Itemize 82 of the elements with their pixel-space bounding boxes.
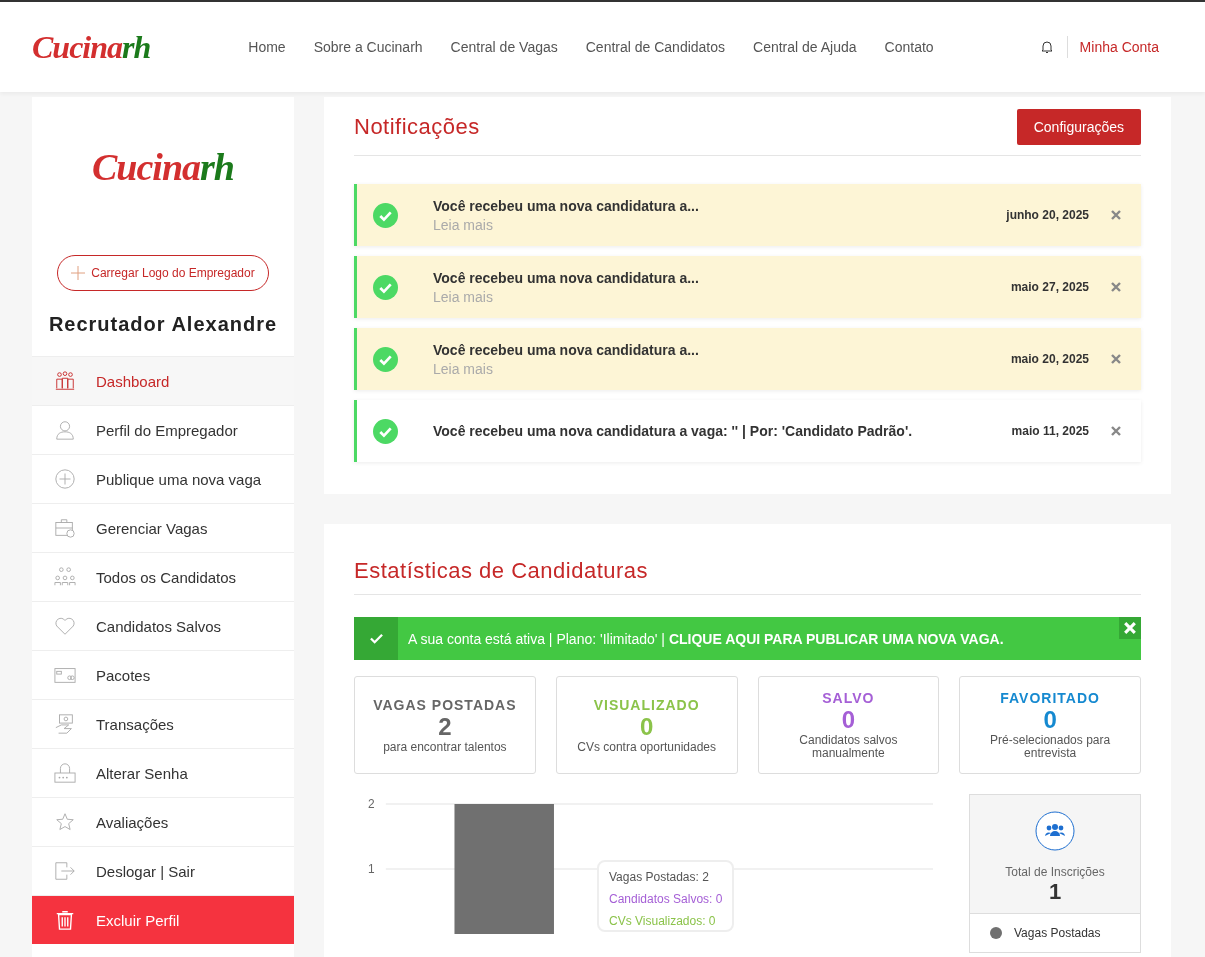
trash-icon (54, 909, 76, 931)
logo[interactable]: Cucinarh (92, 145, 234, 189)
notification-date: maio 27, 2025 (1010, 280, 1089, 294)
stat-value: 0 (639, 712, 654, 741)
stat-value: 0 (841, 706, 856, 734)
total-value: 1 (1048, 879, 1062, 905)
notification-text: Você recebeu uma nova candidatura a... (433, 197, 700, 214)
plus-circle-icon (54, 468, 76, 490)
logo[interactable]: Cucinarh (32, 28, 151, 66)
stat-label: SALVO (822, 690, 875, 706)
tooltip-line: Vagas Postadas: 2 (609, 870, 710, 884)
group-icon (1035, 811, 1075, 851)
check-circle-icon (373, 274, 398, 300)
sidebar-item[interactable]: Todos os Candidatos (32, 552, 294, 601)
notification-date: junho 20, 2025 (1006, 208, 1089, 222)
legend-label: Vagas Postadas (1014, 926, 1101, 940)
sidebar-item[interactable]: Pacotes (32, 650, 294, 699)
notification-date: maio 11, 2025 (1011, 424, 1089, 438)
nav-link[interactable]: Central de Ajuda (753, 39, 857, 55)
nav-link[interactable]: Sobre a Cucinarh (313, 39, 423, 55)
nav-link[interactable]: Contato (884, 39, 934, 55)
section-title: Estatísticas de Candidaturas (354, 558, 649, 584)
check-circle-icon (373, 418, 398, 444)
stat-label: VAGAS POSTADAS (373, 696, 517, 713)
stat-label: FAVORITADO (1000, 690, 1100, 706)
check-icon (369, 632, 383, 645)
stat-label: VISUALIZADO (593, 696, 700, 713)
close-icon[interactable] (1111, 282, 1121, 292)
notification[interactable]: Você recebeu uma nova candidatura a... Leia mais junho 20, 2025 (354, 184, 1141, 246)
stat-value: 2 (438, 712, 452, 741)
star-icon (54, 811, 76, 833)
sidebar-item[interactable]: Transações (32, 699, 294, 748)
money-icon (54, 713, 76, 735)
sidebar-item[interactable]: Dashboard (32, 356, 294, 405)
sidebar-item[interactable]: Publique uma nova vaga (32, 454, 294, 503)
stat-caption: para encontrar talentos (383, 740, 507, 754)
notification-text: Você recebeu uma nova candidatura a vaga: '' | Por: 'Candidato Padrão'. (433, 423, 914, 439)
stat-caption: Pré-selecionados para entrevista (989, 734, 1112, 760)
heart-icon (54, 615, 76, 637)
people-icon (54, 566, 76, 588)
stat-caption: Candidatos salvos manualmente (798, 734, 899, 760)
people-chart-icon (54, 370, 76, 392)
section-title: Notificações (354, 114, 480, 140)
check-circle-icon (373, 346, 398, 372)
close-icon[interactable] (1111, 210, 1121, 220)
upload-logo-button[interactable]: Carregar Logo do Empregador (57, 255, 269, 291)
axis-label: 1 (367, 861, 375, 876)
notification-text: Você recebeu uma nova candidatura a... (433, 269, 700, 286)
logout-icon (54, 860, 76, 882)
check-circle-icon (373, 202, 398, 228)
sidebar-item[interactable]: Alterar Senha (32, 748, 294, 797)
sidebar-item[interactable]: Gerenciar Vagas (32, 503, 294, 552)
notification[interactable]: Você recebeu uma nova candidatura a... Leia mais maio 27, 2025 (354, 256, 1141, 318)
close-icon[interactable] (1111, 426, 1121, 436)
axis-label: 2 (367, 796, 375, 811)
close-icon (1124, 622, 1136, 634)
sidebar-item[interactable]: Candidatos Salvos (32, 601, 294, 650)
sidebar-item[interactable]: Perfil do Empregador (32, 405, 294, 454)
sidebar-item[interactable]: Excluir Perfil (32, 895, 294, 944)
alert-text: A sua conta está ativa | Plano: 'Ilimitado' | CLIQUE AQUI PARA PUBLICAR UMA NOVA VAGA. (408, 630, 1004, 647)
person-icon (54, 419, 76, 441)
close-icon[interactable] (1111, 354, 1121, 364)
nav-link[interactable]: Central de Vagas (450, 39, 558, 55)
plus-icon (71, 266, 86, 280)
briefcase-icon (54, 517, 76, 539)
notification-text: Você recebeu uma nova candidatura a... (433, 341, 700, 358)
tooltip-line: Candidatos Salvos: 0 (609, 892, 723, 906)
lock-icon (54, 762, 76, 784)
settings-button[interactable]: Configurações (1016, 109, 1141, 145)
notification-date: maio 20, 2025 (1010, 352, 1089, 366)
total-label: Total de Inscrições (1005, 865, 1105, 879)
nav-link[interactable]: Central de Candidatos (585, 39, 726, 55)
nav-link[interactable]: Home (248, 39, 286, 55)
notification[interactable]: Você recebeu uma nova candidatura a... Leia mais maio 20, 2025 (354, 328, 1141, 390)
account-link[interactable]: Minha Conta (1079, 39, 1159, 55)
user-name: Recrutador Alexandre (48, 313, 278, 336)
stat-caption: CVs contra oportunidades (577, 740, 716, 754)
notification[interactable]: Você recebeu uma nova candidatura a vaga: '' | Por: 'Candidato Padrão'. maio 11, 2025 (354, 400, 1141, 462)
sidebar-item[interactable]: Avaliações (32, 797, 294, 846)
tooltip-line: CVs Visualizados: 0 (609, 914, 717, 928)
stat-value: 0 (1043, 706, 1057, 734)
close-button[interactable] (1119, 617, 1141, 639)
